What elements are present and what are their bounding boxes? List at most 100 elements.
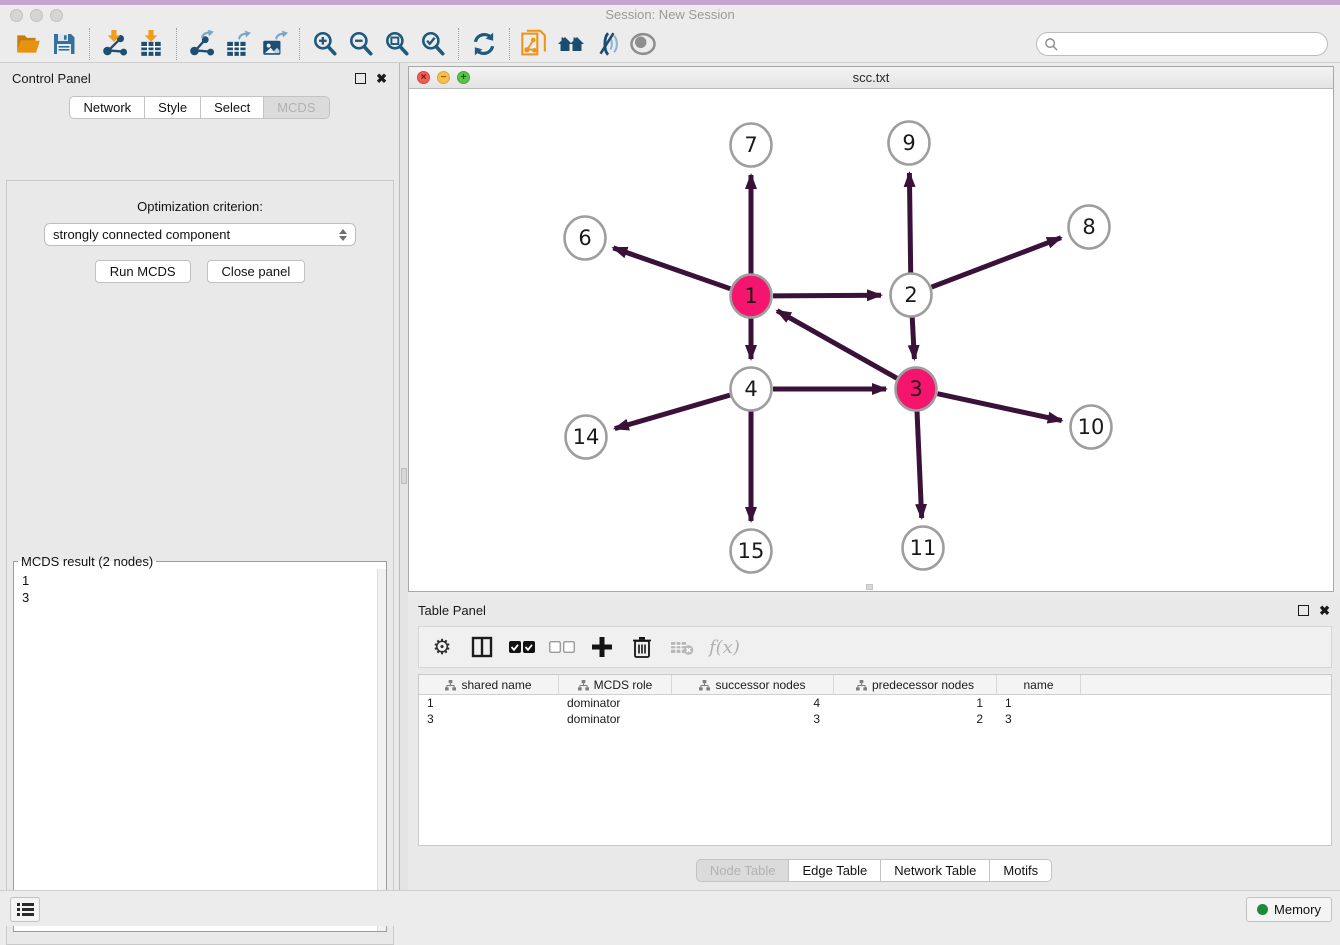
graph-node-11[interactable]: 11: [903, 527, 944, 570]
search-input[interactable]: [1059, 37, 1327, 51]
column-header-successor-nodes[interactable]: successor nodes: [672, 675, 834, 695]
export-image-icon[interactable]: [258, 28, 290, 60]
network-view-titlebar[interactable]: × − + scc.txt: [409, 67, 1333, 89]
mcds-panel: Optimization criterion: strongly connect…: [6, 180, 394, 945]
tab-style[interactable]: Style: [145, 96, 201, 119]
graph-node-10[interactable]: 10: [1071, 406, 1112, 449]
graph-node-15[interactable]: 15: [731, 530, 772, 573]
optimization-criterion-label: Optimization criterion:: [7, 199, 393, 214]
home-icon[interactable]: [555, 28, 587, 60]
tab-motifs[interactable]: Motifs: [990, 859, 1052, 882]
network-graph: 7 9 6 8 1 2 4 3 14 10 15 11: [409, 89, 1333, 591]
tab-edge-table[interactable]: Edge Table: [789, 859, 881, 882]
column-header-shared-name[interactable]: shared name: [419, 675, 559, 695]
graph-node-label: 2: [904, 283, 917, 307]
toolbar-separator: [509, 28, 510, 60]
graph-edge-1-2[interactable]: [773, 295, 881, 296]
mcds-result-text[interactable]: 1 3: [14, 569, 386, 931]
zoom-out-icon[interactable]: [345, 28, 377, 60]
graph-node-4[interactable]: 4: [731, 368, 772, 411]
column-header-name[interactable]: name: [997, 675, 1081, 695]
node-table-header: shared name MCDS role successor nodes pr…: [419, 675, 1331, 695]
eye-icon[interactable]: [627, 28, 659, 60]
search-box[interactable]: [1036, 32, 1328, 56]
hide-graphics-details-icon[interactable]: [591, 28, 623, 60]
task-history-button[interactable]: [10, 897, 40, 922]
node-table[interactable]: shared name MCDS role successor nodes pr…: [418, 674, 1332, 846]
tab-network-table[interactable]: Network Table: [881, 859, 990, 882]
panel-splitter[interactable]: [400, 63, 408, 890]
mcds-result-title: MCDS result (2 nodes): [18, 554, 156, 569]
import-network-icon[interactable]: [99, 28, 131, 60]
import-table-icon[interactable]: [135, 28, 167, 60]
toolbar-separator: [89, 28, 90, 60]
table-row[interactable]: 3 dominator 3 2 3: [419, 711, 1331, 727]
graph-edge-4-14[interactable]: [615, 395, 730, 429]
graph-edge-3-11[interactable]: [917, 411, 922, 518]
graph-edge-3-10[interactable]: [938, 394, 1062, 421]
tab-node-table[interactable]: Node Table: [696, 859, 790, 882]
search-icon: [1044, 37, 1059, 52]
add-column-icon[interactable]: [589, 634, 615, 660]
new-network-icon[interactable]: [519, 28, 551, 60]
graph-node-7[interactable]: 7: [731, 124, 772, 167]
run-mcds-button[interactable]: Run MCDS: [95, 260, 191, 283]
delete-column-trash-icon[interactable]: [629, 634, 655, 660]
deselect-all-columns-icon[interactable]: [549, 634, 575, 660]
network-canvas[interactable]: 7 9 6 8 1 2 4 3 14 10 15 11: [409, 89, 1333, 591]
table-row[interactable]: 1 dominator 4 1 1: [419, 695, 1331, 711]
control-panel-float-icon[interactable]: [355, 73, 366, 84]
canvas-resize-grip[interactable]: [866, 584, 873, 590]
mcds-result-scrollbar[interactable]: [377, 569, 386, 931]
graph-edge-3-1[interactable]: [777, 311, 897, 379]
function-builder-icon[interactable]: f(x): [709, 634, 740, 660]
table-panel-float-icon[interactable]: [1298, 605, 1309, 616]
control-panel-title: Control Panel: [12, 71, 355, 86]
column-header-mcds-role[interactable]: MCDS role: [559, 675, 672, 695]
optimization-criterion-select[interactable]: strongly connected component: [44, 223, 356, 246]
network-view-title: scc.txt: [409, 70, 1333, 85]
graph-edge-2-8[interactable]: [932, 238, 1061, 287]
graph-edge-2-9[interactable]: [909, 173, 910, 273]
graph-edge-1-6[interactable]: [613, 248, 730, 289]
close-panel-button[interactable]: Close panel: [207, 260, 306, 283]
select-all-columns-icon[interactable]: [509, 634, 535, 660]
refresh-icon[interactable]: [468, 28, 500, 60]
graph-node-14[interactable]: 14: [566, 416, 607, 459]
graph-edge-2-3[interactable]: [912, 317, 914, 359]
open-file-icon[interactable]: [12, 28, 44, 60]
table-panel-close-icon[interactable]: ✖: [1319, 604, 1330, 617]
column-header-predecessor-nodes[interactable]: predecessor nodes: [834, 675, 997, 695]
show-columns-icon[interactable]: [469, 634, 495, 660]
main-toolbar: [0, 26, 1340, 63]
toolbar-separator: [176, 28, 177, 60]
table-panel-tabs: Node Table Edge Table Network Table Moti…: [408, 859, 1340, 882]
splitter-grip[interactable]: [401, 468, 407, 484]
table-toolbar: ⚙ f(x): [418, 626, 1332, 668]
save-session-icon[interactable]: [48, 28, 80, 60]
tab-mcds[interactable]: MCDS: [264, 96, 329, 119]
graph-node-8[interactable]: 8: [1069, 206, 1110, 249]
tab-network[interactable]: Network: [69, 96, 145, 119]
graph-node-label: 7: [744, 133, 757, 157]
graph-node-2[interactable]: 2: [891, 274, 932, 317]
tab-select[interactable]: Select: [201, 96, 264, 119]
zoom-selected-icon[interactable]: [417, 28, 449, 60]
memory-button[interactable]: Memory: [1246, 897, 1332, 922]
graph-node-3[interactable]: 3: [896, 368, 937, 411]
zoom-fit-icon[interactable]: [381, 28, 413, 60]
table-panel: Table Panel ✖ ⚙ f(x) shared: [408, 596, 1340, 890]
table-settings-gear-icon[interactable]: ⚙: [429, 634, 455, 660]
export-network-icon[interactable]: [186, 28, 218, 60]
graph-node-6[interactable]: 6: [565, 217, 606, 260]
delete-table-icon[interactable]: [669, 634, 695, 660]
control-panel-close-icon[interactable]: ✖: [376, 72, 387, 85]
graph-node-1[interactable]: 1: [731, 275, 772, 318]
toolbar-separator: [458, 28, 459, 60]
toolbar-separator: [299, 28, 300, 60]
graph-node-9[interactable]: 9: [889, 122, 930, 165]
titlebar: Session: New Session: [0, 5, 1340, 26]
zoom-in-icon[interactable]: [309, 28, 341, 60]
export-table-icon[interactable]: [222, 28, 254, 60]
graph-node-label: 4: [744, 377, 757, 401]
